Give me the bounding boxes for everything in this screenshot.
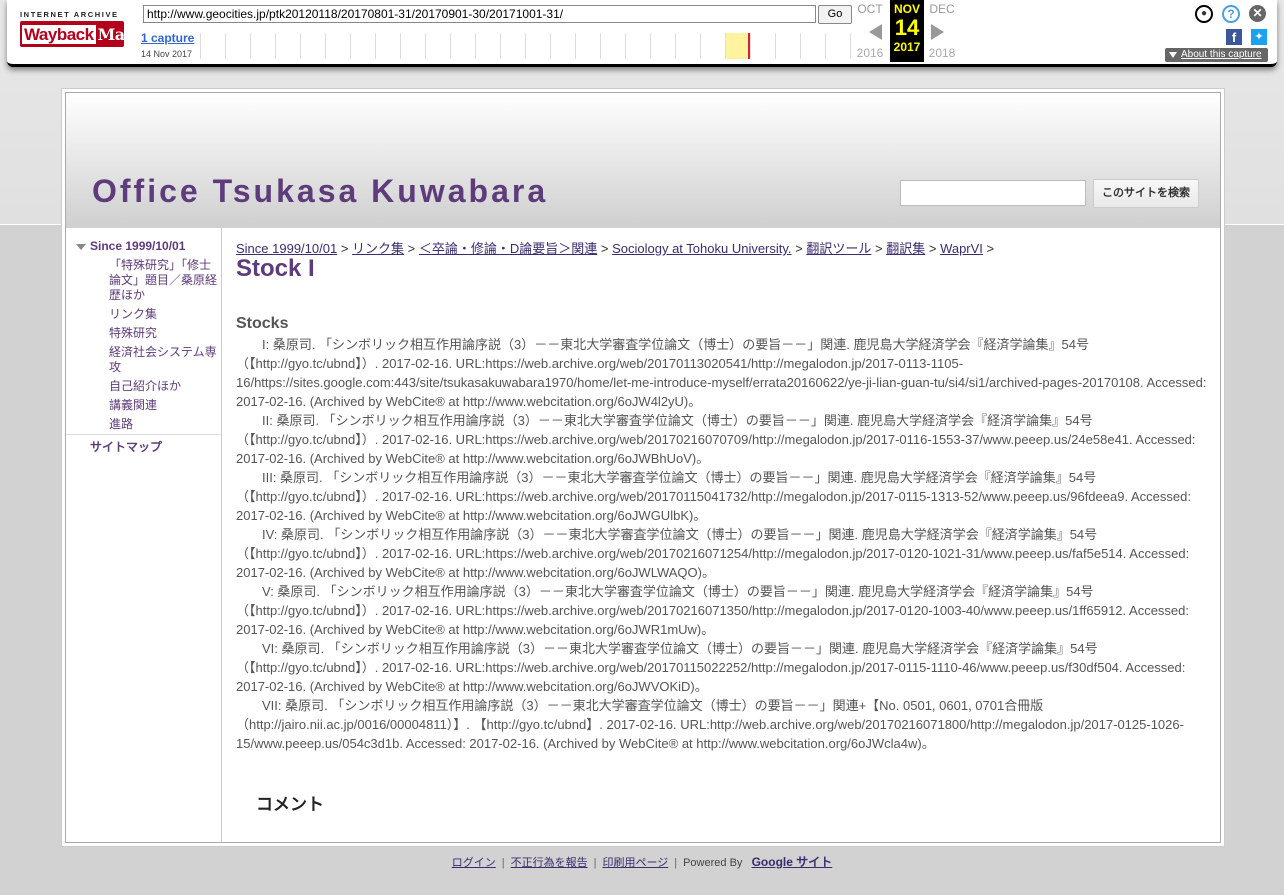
page-title: Stock I: [236, 255, 315, 282]
print-page-link[interactable]: 印刷用ページ: [602, 857, 668, 869]
stock-entry: VII: 桑原司. 「シンボリック相互作用論序説（3）－－東北大学審査学位論文（…: [236, 698, 1184, 751]
stock-entry: VI: 桑原司. 「シンボリック相互作用論序説（3）－－東北大学審査学位論文（博…: [236, 641, 1186, 694]
comment-heading: コメント: [256, 795, 324, 814]
sidebar-list: 「特殊研究」「修士論文」題目／桑原経歴ほか リンク集 特殊研究 経済社会システム…: [109, 258, 219, 436]
breadcrumb-link[interactable]: ＜卒論・修論・D論要旨＞関連: [419, 241, 597, 256]
stock-entries: I: 桑原司. 「シンボリック相互作用論序説（3）－－東北大学審査学位論文（博士…: [236, 335, 1211, 753]
wayback-url-input[interactable]: http://www.geocities.jp/ptk20120118/2017…: [143, 5, 816, 23]
wayback-captures-link[interactable]: 1 capture: [141, 31, 194, 45]
search-input[interactable]: [900, 180, 1086, 206]
sidebar-item[interactable]: 特殊研究: [109, 326, 219, 341]
wayback-capture-marker: [748, 33, 750, 59]
wayback-prev-year[interactable]: 2016: [853, 46, 887, 60]
wayback-current-day: 14: [894, 15, 920, 40]
sidebar-item[interactable]: 経済社会システム専攻: [109, 345, 219, 375]
wayback-next-arrow-icon[interactable]: [931, 24, 944, 40]
wayback-go-button[interactable]: Go: [818, 5, 852, 24]
sidebar-item[interactable]: リンク集: [109, 307, 219, 322]
wayback-current-date: NOV 14 2017: [890, 0, 924, 62]
search-button[interactable]: このサイトを検索: [1093, 179, 1199, 208]
breadcrumb-link[interactable]: リンク集: [352, 241, 404, 256]
stock-entry: IV: 桑原司. 「シンボリック相互作用論序説（3）－－東北大学審査学位論文（博…: [236, 527, 1190, 580]
login-link[interactable]: ログイン: [452, 857, 496, 869]
wayback-logo-top: INTERNET ARCHIVE: [20, 10, 119, 19]
sidebar-item[interactable]: 「特殊研究」「修士論文」題目／桑原経歴ほか: [109, 258, 219, 303]
breadcrumb-link[interactable]: 翻訳ツール: [806, 241, 871, 256]
stock-entry: II: 桑原司. 「シンボリック相互作用論序説（3）－－東北大学審査学位論文（博…: [236, 413, 1196, 466]
wayback-current-year: 2017: [893, 40, 921, 54]
sidebar-divider: [66, 434, 221, 435]
wayback-logo-main-text: Wayback: [22, 25, 96, 44]
site-container: Office Tsukasa Kuwabara このサイトを検索 Since 1…: [61, 88, 1225, 847]
site-frame: Office Tsukasa Kuwabara このサイトを検索 Since 1…: [65, 92, 1221, 843]
sidebar-home-link[interactable]: Since 1999/10/01: [90, 239, 185, 253]
wayback-logo[interactable]: INTERNET ARCHIVE Wayback Machine: [20, 10, 172, 47]
site-title[interactable]: Office Tsukasa Kuwabara: [92, 173, 548, 210]
wayback-current-month: NOV: [893, 2, 920, 16]
stock-entry: V: 桑原司. 「シンボリック相互作用論序説（3）－－東北大学審査学位論文（博士…: [236, 584, 1190, 637]
help-icon[interactable]: ?: [1222, 5, 1240, 23]
site-footer: ログイン | 不正行為を報告 | 印刷用ページ | Powered By Google サイ…: [451, 855, 833, 869]
google-sites-link[interactable]: Google サイト: [752, 855, 833, 869]
twitter-icon[interactable]: ✦: [1251, 29, 1267, 45]
stock-entry: I: 桑原司. 「シンボリック相互作用論序説（3）－－東北大学審査学位論文（博士…: [236, 337, 1207, 409]
facebook-icon[interactable]: f: [1226, 29, 1242, 45]
wayback-prev-arrow-icon[interactable]: [869, 24, 882, 40]
expand-triangle-icon[interactable]: [76, 244, 86, 250]
site-header: Office Tsukasa Kuwabara このサイトを検索: [66, 93, 1220, 228]
breadcrumb-link[interactable]: WaprVI: [940, 241, 983, 256]
powered-by-text: Powered By: [683, 857, 743, 869]
report-abuse-link[interactable]: 不正行為を報告: [511, 857, 588, 869]
wayback-toolbar: INTERNET ARCHIVE Wayback Machine http://w…: [7, 0, 1277, 67]
breadcrumb-link[interactable]: 翻訳集: [886, 241, 925, 256]
sidebar-item[interactable]: 自己紹介ほか: [109, 379, 219, 394]
sidebar-item[interactable]: 進路: [109, 417, 219, 432]
wayback-logo-main: Wayback Machine: [20, 21, 172, 47]
wayback-next-month[interactable]: DEC: [925, 2, 959, 16]
breadcrumb-link[interactable]: Since 1999/10/01: [236, 241, 337, 256]
stocks-heading: Stocks: [236, 315, 289, 332]
about-capture-button[interactable]: About this capture: [1165, 48, 1268, 62]
sitemap-link[interactable]: サイトマップ: [90, 438, 162, 455]
sidebar-item[interactable]: 講義関連: [109, 398, 219, 413]
user-icon[interactable]: ●: [1195, 5, 1213, 23]
wayback-capture-date: 14 Nov 2017: [141, 49, 193, 59]
wayback-prev-month[interactable]: OCT: [853, 2, 887, 16]
sidebar: Since 1999/10/01 「特殊研究」「修士論文」題目／桑原経歴ほか リ…: [66, 228, 222, 842]
stock-entry: III: 桑原司. 「シンボリック相互作用論序説（3）－－東北大学審査学位論文（…: [236, 470, 1191, 523]
breadcrumb: Since 1999/10/01 > リンク集 > ＜卒論・修論・D論要旨＞関連…: [236, 241, 995, 256]
wayback-sparkline[interactable]: [200, 33, 851, 59]
close-icon[interactable]: ✕: [1249, 5, 1266, 22]
breadcrumb-link[interactable]: Sociology at Tohoku University.: [612, 241, 791, 256]
wayback-next-year[interactable]: 2018: [925, 46, 959, 60]
